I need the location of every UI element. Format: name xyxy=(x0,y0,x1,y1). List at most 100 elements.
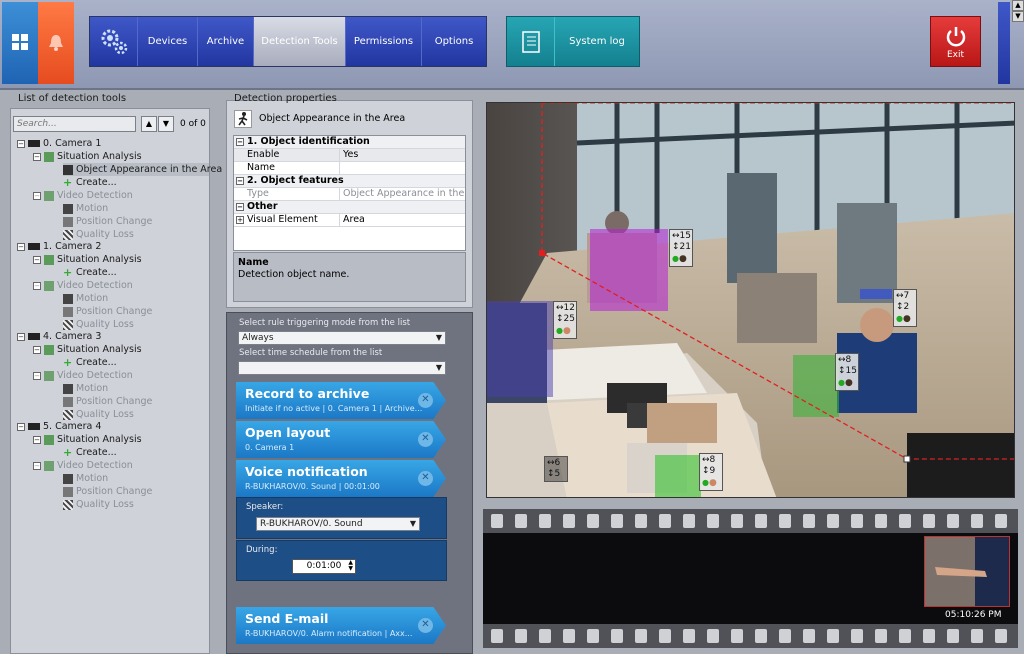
running-man-icon xyxy=(63,293,73,304)
mode-label: Select rule triggering mode from the lis… xyxy=(239,318,411,328)
remove-action-icon[interactable]: ✕ xyxy=(418,432,433,447)
archive-tab[interactable]: Archive xyxy=(198,17,254,66)
film-hole xyxy=(563,629,575,643)
system-log-group: System log xyxy=(506,16,640,67)
grid-category-identification[interactable]: −1. Object identification xyxy=(234,136,465,149)
system-log-button[interactable]: System log xyxy=(555,17,639,66)
tree-situation-analysis[interactable]: − Situation Analysis xyxy=(33,433,142,446)
film-hole xyxy=(827,629,839,643)
tree-video-detection[interactable]: − Video Detection xyxy=(33,459,133,472)
tree-create[interactable]: + Create... xyxy=(63,446,117,459)
camera-video-view[interactable]: ↔15 ↕21 ●● ↔12 ↕25 ●● ↔7 ↕2 ●● ↔8 ↕15 ●● ↔8 ↕9 ●● … xyxy=(486,102,1015,498)
tree-camera-4[interactable]: −5. Camera 4 xyxy=(17,420,101,433)
quality-icon xyxy=(63,499,73,510)
tree-position-change[interactable]: Position Change xyxy=(63,305,152,318)
during-stepper[interactable]: 0:01:00 ▲ ▼ xyxy=(292,559,356,574)
tree-video-detection[interactable]: − Video Detection xyxy=(33,279,133,292)
windows-tile[interactable] xyxy=(2,2,38,84)
film-hole xyxy=(995,629,1007,643)
alarm-tile[interactable] xyxy=(38,2,74,84)
devices-tab[interactable]: Devices xyxy=(138,17,198,66)
search-prev-button[interactable]: ▲ xyxy=(141,116,157,132)
object-title: Object Appearance in the Area xyxy=(259,113,406,124)
grid-row-name[interactable]: Name xyxy=(234,162,465,175)
grid-category-other[interactable]: − Other xyxy=(234,201,465,214)
analysis-icon xyxy=(44,151,54,162)
tree-position-change[interactable]: Position Change xyxy=(63,485,152,498)
properties-title: Detection properties xyxy=(234,93,337,104)
search-input[interactable]: Search... xyxy=(13,116,136,132)
action-voice-notification[interactable]: Voice notification R-BUKHAROV/0. Sound |… xyxy=(236,460,446,497)
search-next-button[interactable]: ▼ xyxy=(158,116,174,132)
tree-position-change[interactable]: Position Change xyxy=(63,215,152,228)
stepper-arrows-icon[interactable]: ▲ ▼ xyxy=(348,560,353,572)
plus-icon: + xyxy=(63,445,73,459)
camera-icon xyxy=(28,140,40,147)
schedule-select[interactable]: ▼ xyxy=(238,361,446,375)
tree-motion[interactable]: Motion xyxy=(63,472,108,485)
detection-tools-tab[interactable]: Detection Tools xyxy=(254,17,346,66)
film-hole xyxy=(491,514,503,528)
remove-action-icon[interactable]: ✕ xyxy=(418,471,433,486)
filmstrip-bottom xyxy=(483,624,1018,648)
tree-create[interactable]: + Create... xyxy=(63,266,117,279)
action-record-to-archive[interactable]: Record to archive Initiate if no active … xyxy=(236,382,446,419)
grid-category-features[interactable]: −2. Object features xyxy=(234,175,465,188)
camera-icon xyxy=(28,423,40,430)
archive-thumbnail[interactable] xyxy=(924,536,1010,607)
film-hole xyxy=(779,514,791,528)
grid-row-visual-element[interactable]: + Visual Element Area xyxy=(234,214,465,227)
film-hole xyxy=(707,514,719,528)
archive-timeline[interactable]: 05:10:26 PM xyxy=(483,533,1018,624)
chevron-down-icon: ▼ xyxy=(435,333,442,342)
settings-gear-button[interactable] xyxy=(90,17,138,66)
film-hole xyxy=(923,629,935,643)
film-hole xyxy=(923,514,935,528)
tree-motion[interactable]: Motion xyxy=(63,202,108,215)
tree-motion[interactable]: Motion xyxy=(63,382,108,395)
tree-motion[interactable]: Motion xyxy=(63,292,108,305)
window-scroll-buttons[interactable]: ▲ ▼ xyxy=(1012,0,1024,22)
remove-action-icon[interactable]: ✕ xyxy=(418,393,433,408)
film-hole xyxy=(755,629,767,643)
film-hole xyxy=(731,514,743,528)
tree-situation-analysis[interactable]: − Situation Analysis xyxy=(33,343,142,356)
grid-row-type[interactable]: TypeObject Appearance in the Area xyxy=(234,188,465,201)
video-detection-icon xyxy=(44,370,54,381)
chevron-down-icon: ▼ xyxy=(409,519,416,528)
tree-situation-analysis[interactable]: − Situation Analysis xyxy=(33,253,142,266)
film-hole xyxy=(851,514,863,528)
grid-row-enable[interactable]: Enable Yes xyxy=(234,149,465,162)
tree-situation-analysis[interactable]: − Situation Analysis xyxy=(33,150,142,163)
tree-object-appearance[interactable]: Object Appearance in the Area xyxy=(63,163,222,176)
mode-select[interactable]: Always ▼ xyxy=(238,331,446,345)
action-send-email[interactable]: Send E-mail R-BUKHAROV/0. Alarm notifica… xyxy=(236,607,446,644)
system-log-icon-button[interactable] xyxy=(507,17,555,66)
plus-icon: + xyxy=(63,355,73,369)
film-hole xyxy=(755,514,767,528)
remove-action-icon[interactable]: ✕ xyxy=(418,618,433,633)
detection-label: ↔7 ↕2 ●● xyxy=(893,289,917,327)
tree-camera-3[interactable]: −4. Camera 3 xyxy=(17,330,101,343)
film-hole xyxy=(635,629,647,643)
tree-video-detection[interactable]: − Video Detection xyxy=(33,189,133,202)
scroll-up-icon[interactable]: ▲ xyxy=(1012,0,1024,11)
exit-button[interactable]: Exit xyxy=(930,16,981,67)
permissions-tab[interactable]: Permissions xyxy=(346,17,422,66)
action-open-layout[interactable]: Open layout 0. Camera 1 ✕ xyxy=(236,421,446,458)
tree-create[interactable]: + Create... xyxy=(63,176,117,189)
speaker-select[interactable]: R-BUKHAROV/0. Sound ▼ xyxy=(256,517,420,531)
tree-create[interactable]: + Create... xyxy=(63,356,117,369)
film-hole xyxy=(683,629,695,643)
video-detection-icon xyxy=(44,460,54,471)
scroll-down-icon[interactable]: ▼ xyxy=(1012,11,1024,22)
speaker-label: Speaker: xyxy=(246,502,284,512)
film-hole xyxy=(587,514,599,528)
tree-position-change[interactable]: Position Change xyxy=(63,395,152,408)
options-tab[interactable]: Options xyxy=(422,17,486,66)
tree-video-detection[interactable]: − Video Detection xyxy=(33,369,133,382)
tree-quality-loss[interactable]: Quality Loss xyxy=(63,498,134,511)
tree-camera-1[interactable]: −0. Camera 1 xyxy=(17,137,101,150)
tree-camera-2[interactable]: −1. Camera 2 xyxy=(17,240,101,253)
position-icon xyxy=(63,396,73,407)
